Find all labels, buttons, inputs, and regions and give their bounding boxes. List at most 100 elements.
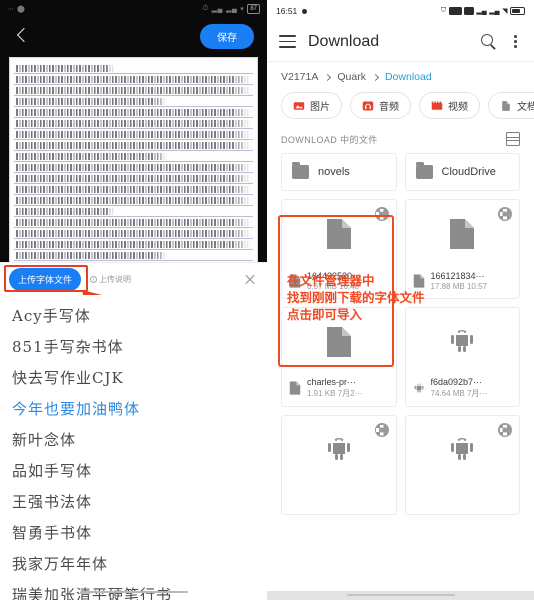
filter-chip-audio[interactable]: 音频: [350, 92, 411, 119]
font-list-item[interactable]: 瑞美加张清平硬笔行书: [12, 578, 255, 600]
wifi-icon: ▾: [240, 5, 245, 13]
right-annotation-line-2: 找到刚刚下载的字体文件: [287, 290, 425, 305]
right-status-icons: ⛉ HD ▤ ▂▄ ▂▄ ◥: [441, 7, 525, 15]
battery-level: 87: [247, 3, 260, 14]
left-status-right: ⏱ ▂▄ ▂▄ ▾ 87: [202, 3, 260, 14]
file-card[interactable]: [404, 415, 520, 515]
right-annotation-line-1: 在文件管理器中: [287, 273, 375, 288]
android-apk-icon: [414, 383, 423, 392]
chevron-right-icon: [324, 73, 332, 81]
font-list-item[interactable]: 智勇手书体: [12, 516, 255, 547]
hamburger-icon[interactable]: [279, 35, 296, 48]
save-button[interactable]: 保存: [200, 23, 254, 49]
status-left-glyphs: ⋯ ⬤: [7, 5, 26, 13]
file-card[interactable]: [281, 415, 397, 515]
mute-icon: ⛉: [440, 7, 447, 14]
handwriting-line: [14, 85, 253, 96]
right-phone-panel: 16:51 ⛉ HD ▤ ▂▄ ▂▄ ◥ Download V2171A Qua…: [267, 0, 534, 600]
search-icon[interactable]: [480, 33, 497, 50]
handwriting-ink: [16, 186, 251, 193]
handwriting-ink: [16, 153, 167, 160]
info-icon: i: [90, 275, 98, 283]
handwriting-ink: [16, 197, 251, 204]
file-name: f6da092b7···: [430, 377, 483, 387]
battery-icon: [510, 7, 525, 15]
file-thumbnail: [406, 200, 520, 268]
font-list-item[interactable]: Acy手写体: [12, 299, 255, 330]
file-time: 7月···: [466, 389, 488, 398]
file-size-time: 1.91 KB 7月2···: [307, 388, 363, 399]
kebab-menu-icon[interactable]: [509, 33, 522, 50]
handwriting-line: [14, 228, 253, 239]
handwriting-line: [14, 118, 253, 129]
handwriting-line: [14, 162, 253, 173]
section-header: DOWNLOAD 中的文件: [267, 119, 534, 153]
section-header-label: DOWNLOAD 中的文件: [281, 134, 378, 145]
status-time: 16:51: [276, 6, 298, 16]
handwriting-ink: [16, 208, 115, 215]
signal-2-icon: ▂▄: [489, 8, 500, 15]
filter-chip-row: 图片 音频 视频 文档: [267, 90, 534, 119]
video-icon: [431, 101, 443, 110]
document-icon: [326, 219, 351, 249]
document-icon: [326, 327, 351, 357]
breadcrumb-item-device[interactable]: V2171A: [281, 71, 318, 83]
file-text: 166121834··· 17.88 MB 10:57: [431, 271, 488, 291]
handwriting-document-preview[interactable]: [9, 57, 258, 263]
right-status-bar: 16:51 ⛉ HD ▤ ▂▄ ▂▄ ◥: [267, 0, 534, 22]
font-list[interactable]: Acy手写体 851手写杂书体 快去写作业CJK 今年也要加油鸭体 新叶念体 品…: [0, 295, 267, 600]
file-size-time: 74.64 MB 7月···: [431, 388, 488, 399]
font-list-item[interactable]: 快去写作业CJK: [12, 361, 255, 392]
right-app-bar: Download: [267, 22, 534, 62]
folder-icon: [292, 162, 309, 179]
wifi-icon: ◥: [502, 8, 508, 15]
screenshot-root: ⋯ ⬤ ⏱ ▂▄ ▂▄ ▾ 87 保存 上传字体文件 i 上传说明 Acy手写体…: [0, 0, 534, 600]
font-list-item[interactable]: 王强书法体: [12, 485, 255, 516]
font-list-item[interactable]: 851手写杂书体: [12, 330, 255, 361]
handwriting-ink: [16, 109, 251, 116]
font-list-item[interactable]: 品如手写体: [12, 454, 255, 485]
handwriting-ink: [16, 175, 251, 182]
filter-chip-video[interactable]: 视频: [419, 92, 480, 119]
file-name: 166121834···: [430, 271, 485, 281]
signal2-icon: ▂▄: [225, 5, 238, 13]
font-list-item-selected[interactable]: 今年也要加油鸭体: [12, 392, 255, 423]
filter-chip-documents[interactable]: 文档: [488, 92, 534, 119]
alarm-icon: ⏱: [202, 4, 209, 12]
handwriting-line: [14, 239, 253, 250]
file-thumbnail: [282, 416, 396, 484]
breadcrumb-item-download[interactable]: Download: [385, 71, 432, 83]
android-apk-icon: [451, 438, 474, 460]
hamburger-bar: [279, 35, 296, 37]
upload-instructions-link[interactable]: i 上传说明: [90, 274, 131, 285]
folder-card-novels[interactable]: novels: [281, 153, 397, 191]
hd-icon: HD: [448, 7, 462, 15]
handwriting-ink: [16, 98, 167, 105]
kebab-dot: [514, 45, 517, 48]
file-thumbnail: [406, 416, 520, 484]
breadcrumb-item-quark[interactable]: Quark: [337, 71, 366, 83]
close-icon[interactable]: [242, 271, 258, 287]
handwriting-line: [14, 74, 253, 85]
file-grid: novels CloudDrive 164422520··· 6.37 MB 1…: [267, 153, 534, 515]
document-icon: [450, 219, 475, 249]
list-view-icon[interactable]: [506, 132, 520, 146]
handwriting-ink: [16, 219, 251, 226]
font-list-item[interactable]: 新叶念体: [12, 423, 255, 454]
image-icon: [293, 101, 305, 110]
left-app-bar: 保存: [0, 17, 267, 55]
folder-icon: [415, 162, 433, 179]
handwriting-ink: [16, 164, 251, 171]
filter-chip-images[interactable]: 图片: [281, 92, 342, 119]
upload-action-bar: 上传字体文件 i 上传说明: [0, 262, 267, 295]
handwriting-line: [14, 206, 253, 217]
font-list-item[interactable]: 我家万年年体: [12, 547, 255, 578]
left-phone-panel: ⋯ ⬤ ⏱ ▂▄ ▂▄ ▾ 87 保存 上传字体文件 i 上传说明 Acy手写体…: [0, 0, 267, 600]
file-size-time: 17.88 MB 10:57: [431, 282, 488, 291]
upload-instructions-label: 上传说明: [99, 274, 132, 284]
folder-card-clouddrive[interactable]: CloudDrive: [404, 153, 520, 191]
kebab-dot: [514, 35, 517, 38]
handwriting-ink: [16, 120, 251, 127]
back-chevron-icon[interactable]: [13, 26, 33, 46]
upload-font-file-button[interactable]: 上传字体文件: [9, 267, 82, 291]
